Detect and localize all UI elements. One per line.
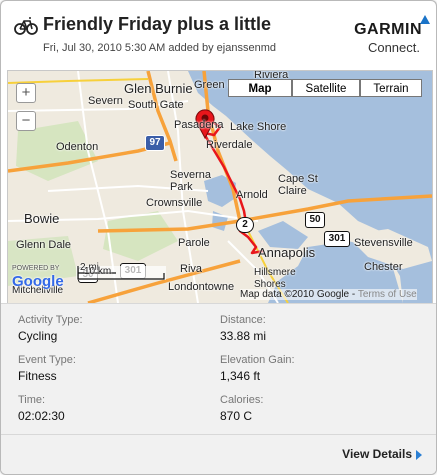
widget-footer: View Details bbox=[1, 434, 436, 474]
stat-elevation-gain: Elevation Gain: 1,346 ft bbox=[220, 354, 410, 383]
label-londontowne: Londontowne bbox=[168, 281, 235, 293]
label-riverdale: Riverdale bbox=[206, 139, 253, 151]
zoom-in-button[interactable]: + bbox=[16, 83, 36, 103]
stat-event-type: Event Type: Fitness bbox=[18, 354, 208, 383]
i97-shield: 97 bbox=[145, 135, 165, 151]
zoom-out-button[interactable]: − bbox=[16, 111, 36, 131]
event-type-value: Fitness bbox=[18, 369, 57, 383]
calories-label: Calories: bbox=[220, 394, 264, 406]
activity-type-value: Cycling bbox=[18, 329, 58, 343]
label-severna-park: Severna Park bbox=[170, 169, 211, 193]
time-label: Time: bbox=[18, 394, 46, 406]
label-odenton: Odenton bbox=[56, 141, 99, 153]
attribution-text: Map data ©2010 Google - bbox=[240, 289, 358, 300]
label-stevensville: Stevensville bbox=[354, 237, 413, 249]
us50-shield: 50 bbox=[305, 212, 325, 228]
map-attribution: Map data ©2010 Google - Terms of Use bbox=[240, 289, 417, 300]
label-severn: Severn bbox=[88, 95, 123, 107]
map-type-map-button[interactable]: Map bbox=[228, 79, 292, 97]
label-cape-st-claire: Cape St Claire bbox=[278, 173, 318, 197]
map-type-satellite-button[interactable]: Satellite bbox=[292, 79, 360, 97]
widget-header: Friendly Friday plus a little Fri, Jul 3… bbox=[1, 1, 436, 69]
stat-calories: Calories: 870 C bbox=[220, 394, 410, 423]
stat-activity-type: Activity Type: Cycling bbox=[18, 314, 208, 343]
elevation-gain-label: Elevation Gain: bbox=[220, 354, 295, 366]
time-value: 02:02:30 bbox=[18, 409, 65, 423]
activity-title[interactable]: Friendly Friday plus a little bbox=[43, 14, 271, 35]
label-bowie: Bowie bbox=[24, 211, 60, 226]
brand-triangle-icon bbox=[420, 15, 430, 24]
map-scale-bar: 2 mi 10 km bbox=[76, 262, 166, 280]
brand-tagline: Connect. bbox=[367, 40, 420, 55]
distance-label: Distance: bbox=[220, 314, 266, 326]
label-crownsville: Crownsville bbox=[146, 197, 203, 209]
google-logo[interactable]: Google bbox=[12, 273, 64, 290]
brand-name: GARMIN bbox=[354, 21, 422, 38]
bicycle-icon bbox=[14, 17, 38, 35]
stat-time: Time: 02:02:30 bbox=[18, 394, 208, 423]
label-arnold: Arnold bbox=[236, 189, 268, 201]
label-chester: Chester bbox=[364, 261, 403, 273]
scale-km-label: 10 km bbox=[84, 266, 112, 277]
label-annapolis: Annapolis bbox=[258, 245, 316, 260]
activity-widget: Friendly Friday plus a little Fri, Jul 3… bbox=[0, 0, 437, 475]
label-pasadena: Pasadena bbox=[174, 119, 224, 131]
us301-shield-east: 301 bbox=[324, 231, 350, 247]
garmin-connect-logo[interactable]: GARMIN Connect. bbox=[332, 15, 430, 61]
terms-of-use-link[interactable]: Terms of Use bbox=[358, 289, 417, 300]
route-map[interactable]: 97 50 301 301 2 50 Green Haven Riviera G… bbox=[7, 70, 433, 304]
label-glenn-dale: Glenn Dale bbox=[16, 239, 72, 251]
zoom-control: + − bbox=[16, 83, 38, 135]
label-riva: Riva bbox=[180, 263, 203, 275]
stat-distance: Distance: 33.88 mi bbox=[220, 314, 410, 343]
calories-value: 870 C bbox=[220, 409, 253, 423]
elevation-gain-value: 1,346 ft bbox=[220, 369, 261, 383]
label-south-gate: South Gate bbox=[128, 99, 184, 111]
event-type-label: Event Type: bbox=[18, 354, 76, 366]
label-parole: Parole bbox=[178, 237, 210, 249]
chevron-right-icon[interactable] bbox=[416, 450, 422, 460]
md2-shield: 2 bbox=[236, 217, 254, 233]
view-details-link[interactable]: View Details bbox=[342, 447, 412, 461]
label-hillsmere-shores: Hillsmere Shores bbox=[254, 267, 296, 290]
label-lake-shore: Lake Shore bbox=[230, 121, 287, 133]
map-type-terrain-button[interactable]: Terrain bbox=[360, 79, 422, 97]
activity-stats: Activity Type: Cycling Distance: 33.88 m… bbox=[1, 303, 436, 435]
powered-by-label: POWERED BY bbox=[12, 265, 60, 272]
activity-type-label: Activity Type: bbox=[18, 314, 83, 326]
label-glen-burnie: Glen Burnie bbox=[124, 81, 193, 96]
distance-value: 33.88 mi bbox=[220, 329, 267, 343]
activity-subtitle: Fri, Jul 30, 2010 5:30 AM added by ejans… bbox=[43, 42, 276, 54]
